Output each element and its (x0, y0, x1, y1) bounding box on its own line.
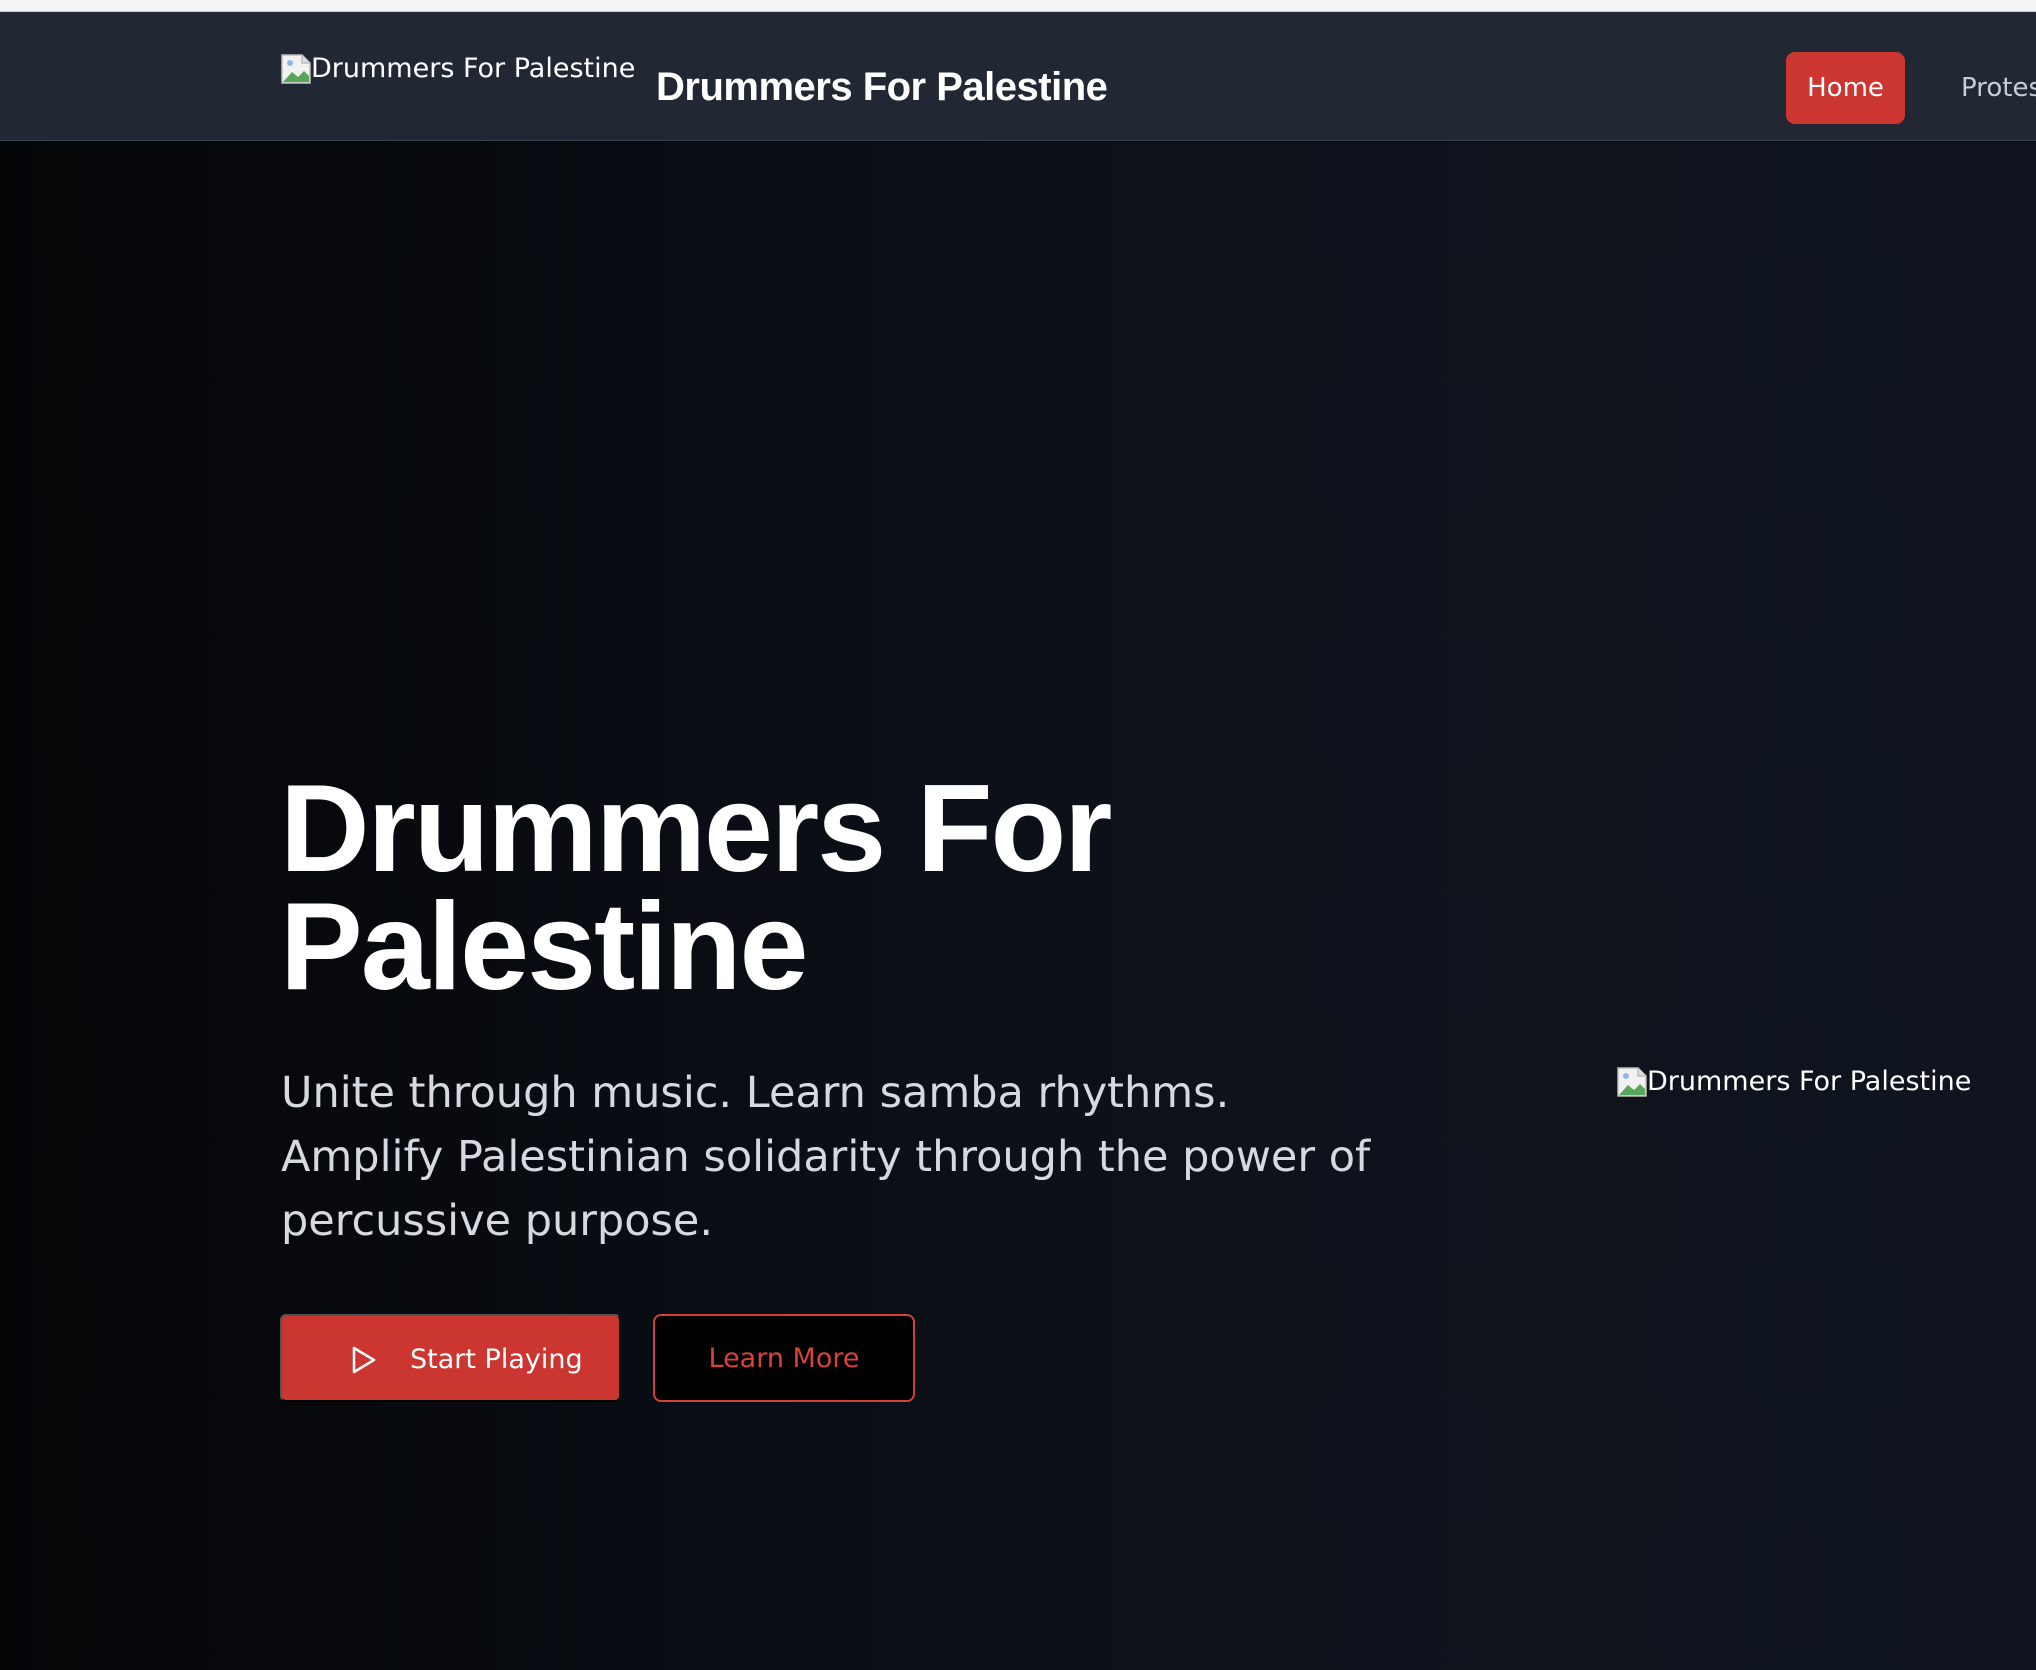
hero-subtitle: Unite through music. Learn samba rhythms… (281, 1068, 1371, 1246)
play-icon (348, 1345, 378, 1375)
start-playing-label: Start Playing (410, 1344, 583, 1375)
broken-image-icon (1616, 1066, 1648, 1098)
browser-top-strip (0, 0, 2036, 12)
hero-title: Drummers For Palestine (280, 760, 1112, 1016)
navbar: Drummers For Palestine Drummers For Pale… (0, 12, 2036, 141)
learn-more-button[interactable]: Learn More (653, 1314, 915, 1402)
nav-link-protest[interactable]: Protes (1961, 68, 2036, 108)
site-brand-title[interactable]: Drummers For Palestine (656, 62, 1108, 112)
logo-alt-text: Drummers For Palestine (311, 53, 636, 84)
start-playing-button[interactable]: Start Playing (280, 1314, 621, 1402)
hero-image-alt-text: Drummers For Palestine (1647, 1066, 1972, 1097)
hero-image: Drummers For Palestine (1616, 1062, 1971, 1102)
site-logo[interactable]: Drummers For Palestine (280, 49, 635, 89)
broken-image-icon (280, 53, 312, 85)
nav-link-home[interactable]: Home (1786, 52, 1905, 124)
